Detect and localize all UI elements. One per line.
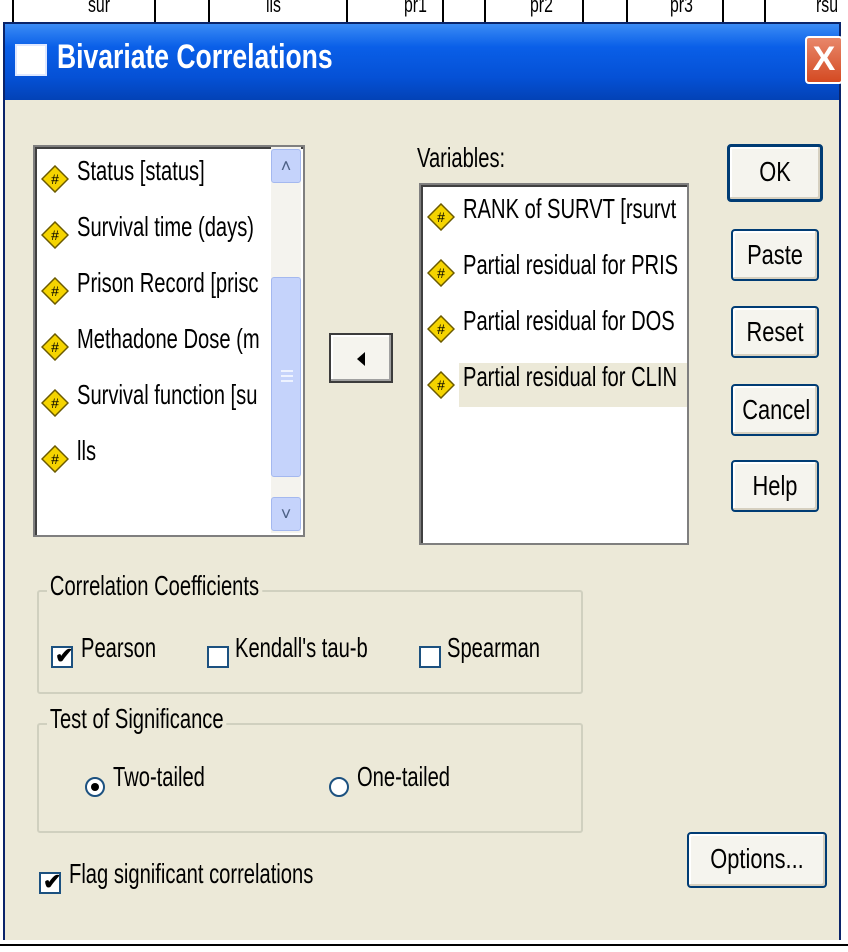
list-item-label: lls <box>77 435 97 466</box>
pearson-checkbox[interactable]: ✔ <box>51 643 73 668</box>
kendall-label: Kendall's tau-b <box>235 632 368 663</box>
bg-column-label: pr2 <box>530 0 553 17</box>
numeric-variable-icon: # <box>41 165 69 193</box>
scroll-up-button[interactable]: ˄ <box>271 149 301 183</box>
test-of-significance-title: Test of Significance <box>47 703 227 735</box>
test-of-significance-group: Test of Significance Two-tailed One-tail… <box>37 703 583 833</box>
pearson-label: Pearson <box>81 632 157 663</box>
cancel-button[interactable]: Cancel <box>731 384 819 436</box>
checkmark-icon: ✔ <box>43 869 62 894</box>
arrow-left-icon <box>357 352 365 366</box>
svg-text:#: # <box>437 209 445 225</box>
list-item-label: Partial residual for PRIS <box>463 249 679 280</box>
list-item-label: Survival time (days) <box>77 211 255 242</box>
ok-button[interactable]: OK <box>727 144 823 202</box>
numeric-variable-icon: # <box>427 371 455 399</box>
numeric-variable-icon: # <box>41 221 69 249</box>
variables-label: Variables: <box>417 142 506 173</box>
spearman-checkbox[interactable] <box>419 646 441 668</box>
numeric-variable-icon: # <box>427 259 455 287</box>
list-item-label: Status [status] <box>77 155 205 186</box>
window-title: Bivariate Correlations <box>57 38 333 76</box>
numeric-variable-icon: # <box>41 389 69 417</box>
two-tailed-label: Two-tailed <box>113 761 205 792</box>
list-item-label: Prison Record [prisc <box>77 267 259 298</box>
source-variable-list[interactable]: # Status [status] # Survival time (days) # Pr… <box>33 145 305 537</box>
help-button[interactable]: Help <box>731 460 819 512</box>
background-spreadsheet-header: sur lls pr1 pr2 pr3 rsu <box>0 0 848 22</box>
svg-text:#: # <box>437 265 445 281</box>
bg-column-label: rsu <box>816 0 839 17</box>
kendall-checkbox[interactable] <box>207 646 229 668</box>
list-item-label: Partial residual for DOS <box>463 305 675 336</box>
bg-column-label: pr3 <box>670 0 693 17</box>
svg-text:#: # <box>437 321 445 337</box>
svg-text:#: # <box>51 451 59 467</box>
flag-significant-label: Flag significant correlations <box>69 858 314 889</box>
options-button[interactable]: Options... <box>687 832 827 888</box>
list-item-label: Methadone Dose (m <box>77 323 260 354</box>
correlation-coefficients-group: Correlation Coefficients ✔ Pearson Kenda… <box>37 570 583 694</box>
background-strip <box>0 940 848 952</box>
list-item-label: Partial residual for CLIN <box>463 361 678 392</box>
one-tailed-label: One-tailed <box>357 761 451 792</box>
close-icon: X <box>812 40 836 78</box>
background-divider <box>0 944 848 946</box>
numeric-variable-icon: # <box>427 315 455 343</box>
svg-text:#: # <box>51 339 59 355</box>
svg-text:#: # <box>51 227 59 243</box>
bivariate-correlations-dialog: Bivariate Correlations X # Status [status… <box>3 22 843 942</box>
numeric-variable-icon: # <box>41 445 69 473</box>
close-button[interactable]: X <box>805 36 843 84</box>
chevron-up-icon: ˄ <box>280 156 292 176</box>
two-tailed-radio[interactable] <box>85 777 105 797</box>
bg-column-label: sur <box>88 0 111 17</box>
list-item-label: Survival function [su <box>77 379 258 410</box>
chevron-down-icon: ˅ <box>280 504 292 524</box>
window-icon <box>15 44 47 76</box>
title-bar[interactable]: Bivariate Correlations X <box>5 24 843 100</box>
spearman-label: Spearman <box>447 632 541 663</box>
svg-text:#: # <box>51 171 59 187</box>
variables-list[interactable]: # RANK of SURVT [rsurvt # Partial residual … <box>419 183 689 545</box>
paste-button[interactable]: Paste <box>731 229 819 281</box>
reset-button[interactable]: Reset <box>731 306 819 358</box>
numeric-variable-icon: # <box>41 333 69 361</box>
checkmark-icon: ✔ <box>55 643 74 668</box>
one-tailed-radio[interactable] <box>329 777 349 797</box>
bg-column-label: pr1 <box>404 0 427 17</box>
list-item-label: RANK of SURVT [rsurvt <box>463 193 677 224</box>
numeric-variable-icon: # <box>427 203 455 231</box>
bg-column-label: lls <box>266 0 281 17</box>
scroll-thumb[interactable] <box>271 277 301 477</box>
scroll-down-button[interactable]: ˅ <box>271 497 301 531</box>
move-variable-button[interactable] <box>329 333 393 383</box>
correlation-coefficients-title: Correlation Coefficients <box>47 570 262 602</box>
svg-text:#: # <box>437 377 445 393</box>
numeric-variable-icon: # <box>41 277 69 305</box>
svg-text:#: # <box>51 283 59 299</box>
source-list-scrollbar[interactable]: ˄ ˅ <box>271 147 301 533</box>
svg-text:#: # <box>51 395 59 411</box>
flag-significant-checkbox[interactable]: ✔ <box>39 869 61 894</box>
